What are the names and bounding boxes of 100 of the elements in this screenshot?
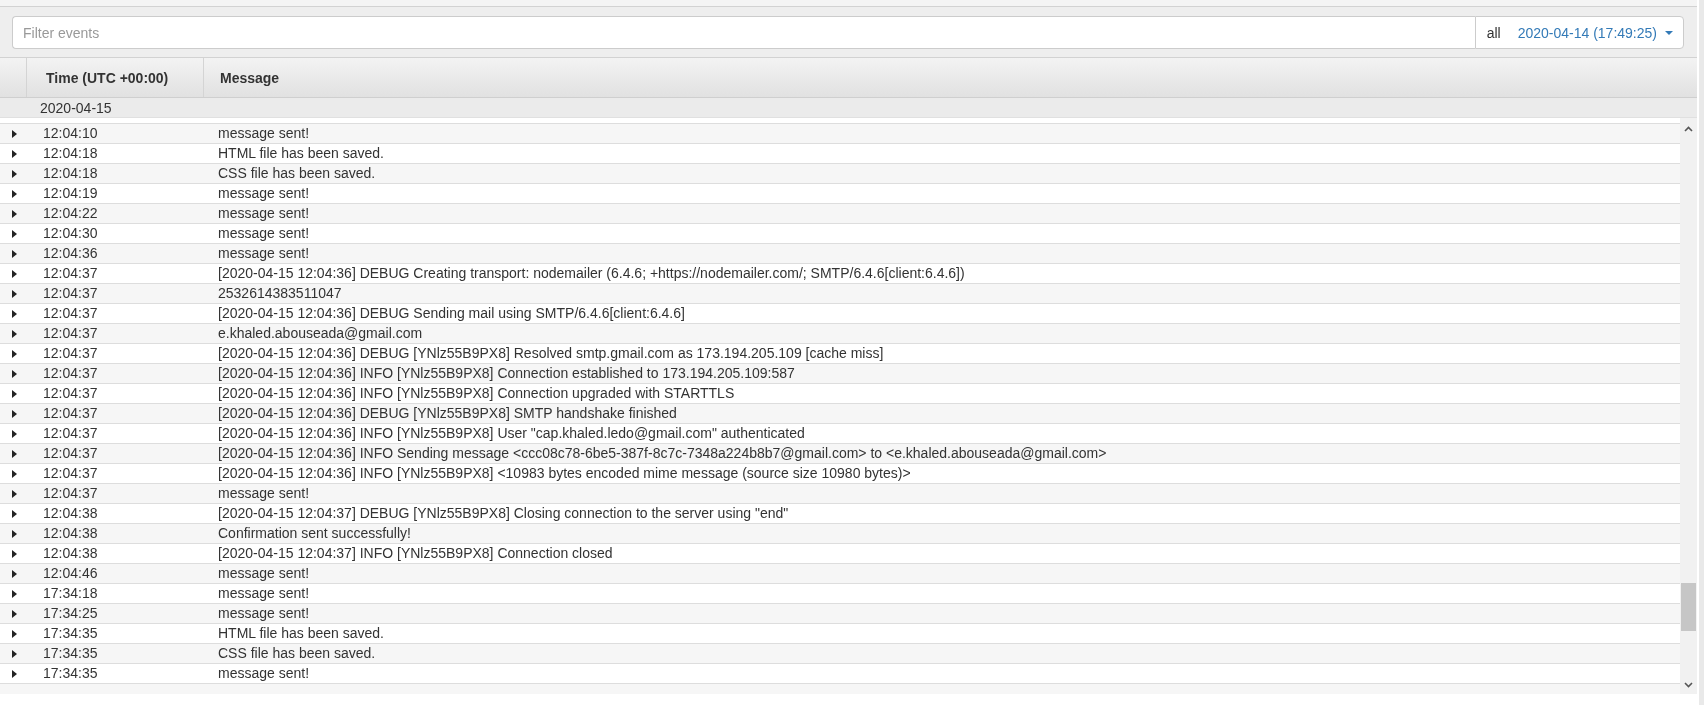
message-text: message sent! (218, 664, 310, 683)
time-text: 17:34:25 (43, 604, 98, 623)
message-text: [2020-04-15 12:04:37] DEBUG [YNlz55B9PX8] Closing connection to the server using "end" (218, 504, 789, 523)
scrollbar-thumb[interactable] (1681, 583, 1696, 631)
caret-icon[interactable] (12, 529, 17, 538)
caret-icon[interactable] (12, 429, 17, 438)
scrollbar-track[interactable] (1680, 118, 1697, 694)
time-text: 12:04:37 (43, 384, 98, 403)
message-text: [2020-04-15 12:04:37] INFO [YNlz55B9PX8] Connection closed (218, 544, 613, 563)
time-text: 12:04:38 (43, 544, 98, 563)
time-text: 12:04:19 (43, 184, 98, 203)
time-text: 17:34:18 (43, 584, 98, 603)
column-header[interactable]: Time (UTC +00:00) (46, 69, 169, 86)
caret-icon[interactable] (12, 209, 17, 218)
caret-icon[interactable] (12, 229, 17, 238)
message-text: [2020-04-15 12:04:36] DEBUG [YNlz55B9PX8] SMTP handshake finished (218, 404, 677, 423)
log-row[interactable]: 12:04:37 message sent! (0, 484, 1680, 504)
time-text: 17:34:35 (43, 624, 98, 643)
time-text: 12:04:30 (43, 224, 98, 243)
filter-field[interactable]: Filter events (12, 16, 1475, 49)
message-text: CSS file has been saved. (218, 644, 376, 663)
date-range-dropdown[interactable]: 2020-04-14 (17:49:25) (1517, 24, 1673, 41)
time-text: 12:04:37 (43, 424, 98, 443)
log-row[interactable]: 12:04:37 e.khaled.abouseada@gmail.com (0, 324, 1680, 344)
caret-icon[interactable] (12, 509, 17, 518)
time-text: 17:34:35 (43, 644, 98, 663)
caret-icon[interactable] (12, 489, 17, 498)
message-text: message sent! (218, 484, 310, 503)
time-text: 12:04:37 (43, 464, 98, 483)
message-text: message sent! (218, 124, 310, 143)
log-row[interactable]: 12:04:37 [2020-04-15 12:04:36] INFO Sending message <ccc08c78-6be5-387f-8c7c-7348a224b8b7@gmail.com> to <e.khaled.abouseada@gmail.com> (0, 444, 1680, 464)
column-header[interactable]: Message (220, 69, 280, 86)
log-row[interactable]: 12:04:37 2532614383511047 (0, 284, 1680, 304)
caret-icon[interactable] (12, 589, 17, 598)
caret-icon[interactable] (12, 569, 17, 578)
message-text: message sent! (218, 584, 310, 603)
log-row[interactable]: 12:04:22 message sent! (0, 204, 1680, 224)
caret-icon[interactable] (12, 149, 17, 158)
message-text: [2020-04-15 12:04:36] INFO [YNlz55B9PX8] Connection established to 173.194.205.109:587 (218, 364, 795, 383)
message-text: [2020-04-15 12:04:36] INFO [YNlz55B9PX8] Connection upgraded with STARTTLS (218, 384, 735, 403)
message-text: message sent! (218, 224, 310, 243)
caret-icon[interactable] (12, 189, 17, 198)
message-text: message sent! (218, 604, 310, 623)
message-text: message sent! (218, 244, 310, 263)
caret-icon[interactable] (12, 389, 17, 398)
log-row[interactable]: 12:04:46 message sent! (0, 564, 1680, 584)
message-text: e.khaled.abouseada@gmail.com (218, 324, 423, 343)
caret-icon[interactable] (12, 669, 17, 678)
time-text: 12:04:37 (43, 364, 98, 383)
caret-icon[interactable] (12, 349, 17, 358)
message-text: HTML file has been saved. (218, 624, 384, 643)
caret-icon[interactable] (12, 249, 17, 258)
caret-icon[interactable] (12, 469, 17, 478)
log-row[interactable]: 12:04:38 Confirmation sent successfully! (0, 524, 1680, 544)
caret-icon[interactable] (12, 309, 17, 318)
log-row[interactable]: 12:04:37 [2020-04-15 12:04:36] INFO [YNlz55B9PX8] Connection established to 173.194.205.109:587 (0, 364, 1680, 384)
time-text: 12:04:22 (43, 204, 98, 223)
log-row[interactable]: 12:04:18 CSS file has been saved. (0, 164, 1680, 184)
message-text: CSS file has been saved. (218, 164, 376, 183)
caret-icon[interactable] (12, 649, 17, 658)
time-text: 12:04:37 (43, 264, 98, 283)
caret-icon[interactable] (12, 369, 17, 378)
time-text: 12:04:37 (43, 344, 98, 363)
message-text: [2020-04-15 12:04:36] DEBUG Creating transport: nodemailer (6.4.6; +https://nodemailer.com/; SMTP/6.4.6[client:6.4.6]) (218, 264, 965, 283)
caret-icon[interactable] (12, 629, 17, 638)
chevron-down-icon[interactable] (1684, 682, 1693, 688)
caret-icon[interactable] (12, 449, 17, 458)
log-row[interactable]: 17:34:25 message sent! (0, 604, 1680, 624)
log-row[interactable]: 12:04:37 [2020-04-15 12:04:36] DEBUG [YNlz55B9PX8] SMTP handshake finished (0, 404, 1680, 424)
message-text: [2020-04-15 12:04:36] DEBUG Sending mail using SMTP/6.4.6[client:6.4.6] (218, 304, 685, 323)
caret-icon[interactable] (12, 129, 17, 138)
message-text: 2532614383511047 (218, 284, 342, 303)
caret-icon[interactable] (12, 269, 17, 278)
log-row[interactable]: 12:04:10 message sent! (0, 124, 1680, 144)
time-text: 12:04:37 (43, 484, 98, 503)
time-text: 12:04:37 (43, 444, 98, 463)
chevron-up-icon[interactable] (1684, 126, 1693, 132)
time-text: 12:04:18 (43, 144, 98, 163)
message-text: [2020-04-15 12:04:36] DEBUG [YNlz55B9PX8] Resolved smtp.gmail.com as 173.194.205.109 [cache miss] (218, 344, 884, 363)
caret-icon[interactable] (12, 169, 17, 178)
log-row[interactable]: 12:04:36 message sent! (0, 244, 1680, 264)
caret-icon[interactable] (12, 409, 17, 418)
time-text: 12:04:38 (43, 524, 98, 543)
time-text: 12:04:37 (43, 304, 98, 323)
caret-icon[interactable] (12, 609, 17, 618)
caret-icon[interactable] (12, 549, 17, 558)
range-label: all (1486, 24, 1501, 41)
message-text: HTML file has been saved. (218, 144, 384, 163)
message-text: [2020-04-15 12:04:36] INFO [YNlz55B9PX8] <10983 bytes encoded mime message (source size 10980 bytes)> (218, 464, 911, 483)
message-text: message sent! (218, 184, 310, 203)
caret-icon[interactable] (12, 289, 17, 298)
time-text: 12:04:37 (43, 284, 98, 303)
caret-icon[interactable] (12, 329, 17, 338)
message-text: message sent! (218, 204, 310, 223)
message-text: [2020-04-15 12:04:36] INFO [YNlz55B9PX8] User "cap.khaled.ledo@gmail.com" authenticated (218, 424, 805, 443)
time-text: 12:04:36 (43, 244, 98, 263)
message-text: [2020-04-15 12:04:36] INFO Sending message <ccc08c78-6be5-387f-8c7c-7348a224b8b7@gmail.com> to <e.khaled.abouseada@gmail.com> (218, 444, 1107, 463)
time-text: 12:04:37 (43, 404, 98, 423)
group-date: 2020-04-15 (40, 99, 112, 116)
log-row[interactable]: 17:34:35 CSS file has been saved. (0, 644, 1680, 664)
